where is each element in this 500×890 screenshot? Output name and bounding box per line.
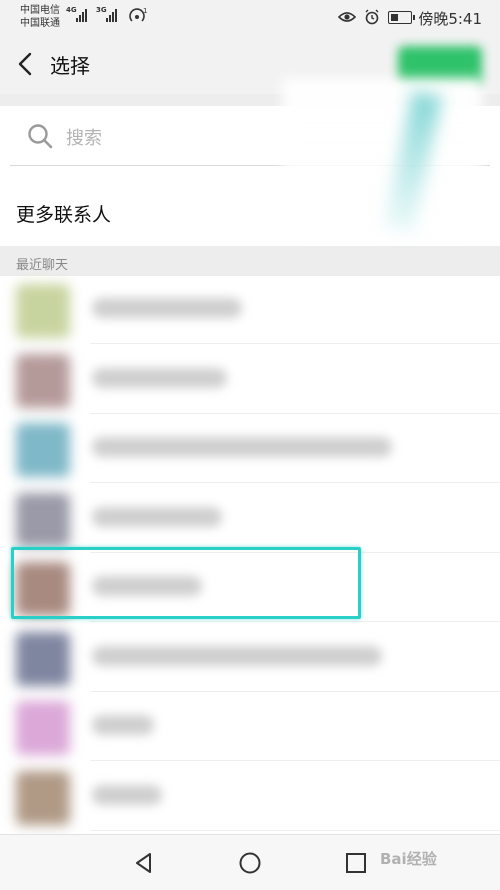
recent-chats-header bbox=[0, 246, 500, 276]
chat-row[interactable] bbox=[0, 693, 500, 761]
search-icon bbox=[28, 124, 53, 149]
signal-icon-2 bbox=[106, 8, 117, 22]
battery-icon bbox=[388, 10, 415, 24]
row-divider bbox=[90, 482, 500, 483]
svg-text:1: 1 bbox=[143, 7, 147, 15]
chat-name bbox=[92, 715, 154, 735]
carrier-info: 中国电信 中国联通 bbox=[20, 4, 60, 30]
recent-chats-label: 最近聊天 bbox=[16, 258, 69, 273]
selection-highlight bbox=[11, 547, 361, 619]
chat-name bbox=[92, 645, 382, 666]
chat-row[interactable] bbox=[0, 763, 500, 831]
row-divider bbox=[90, 343, 500, 344]
chat-name bbox=[92, 437, 392, 457]
chat-name bbox=[92, 506, 222, 527]
clock: 傍晚5:41 bbox=[418, 10, 482, 28]
carrier-1: 中国电信 bbox=[20, 5, 60, 16]
chat-row[interactable] bbox=[0, 624, 500, 692]
page-title: 选择 bbox=[50, 54, 90, 78]
chat-row[interactable] bbox=[0, 346, 500, 414]
chat-row[interactable] bbox=[0, 415, 500, 483]
search-input[interactable]: 搜索 bbox=[66, 124, 102, 150]
back-triangle-icon[interactable] bbox=[132, 851, 156, 875]
avatar bbox=[16, 284, 70, 338]
more-contacts-label: 更多联系人 bbox=[16, 204, 112, 226]
avatar bbox=[16, 353, 70, 408]
row-divider bbox=[90, 621, 500, 622]
alarm-icon bbox=[365, 9, 379, 25]
blurred-overlay bbox=[282, 78, 482, 248]
home-circle-icon[interactable] bbox=[238, 851, 262, 875]
row-divider bbox=[90, 760, 500, 761]
row-divider bbox=[90, 412, 500, 414]
chat-row[interactable] bbox=[0, 276, 500, 344]
back-arrow-icon[interactable] bbox=[14, 50, 38, 78]
status-bar: 中国电信 中国联通 4G 3G 1 傍晚5:41 bbox=[0, 0, 500, 36]
avatar bbox=[16, 631, 70, 686]
row-divider bbox=[90, 690, 500, 692]
row-divider bbox=[90, 829, 500, 831]
watermark: Bai经验 bbox=[380, 850, 437, 868]
avatar bbox=[16, 701, 70, 755]
avatar bbox=[16, 492, 70, 547]
hotspot-icon: 1 bbox=[129, 7, 147, 22]
avatar bbox=[16, 423, 70, 477]
carrier-2: 中国联通 bbox=[20, 18, 60, 29]
avatar bbox=[16, 770, 70, 825]
chat-name bbox=[92, 367, 227, 388]
eye-icon bbox=[338, 12, 356, 22]
chat-row[interactable] bbox=[0, 485, 500, 553]
chat-name bbox=[92, 784, 162, 805]
signal-icon-1 bbox=[76, 8, 87, 22]
chat-name bbox=[92, 298, 242, 318]
recents-square-icon[interactable] bbox=[344, 851, 368, 875]
